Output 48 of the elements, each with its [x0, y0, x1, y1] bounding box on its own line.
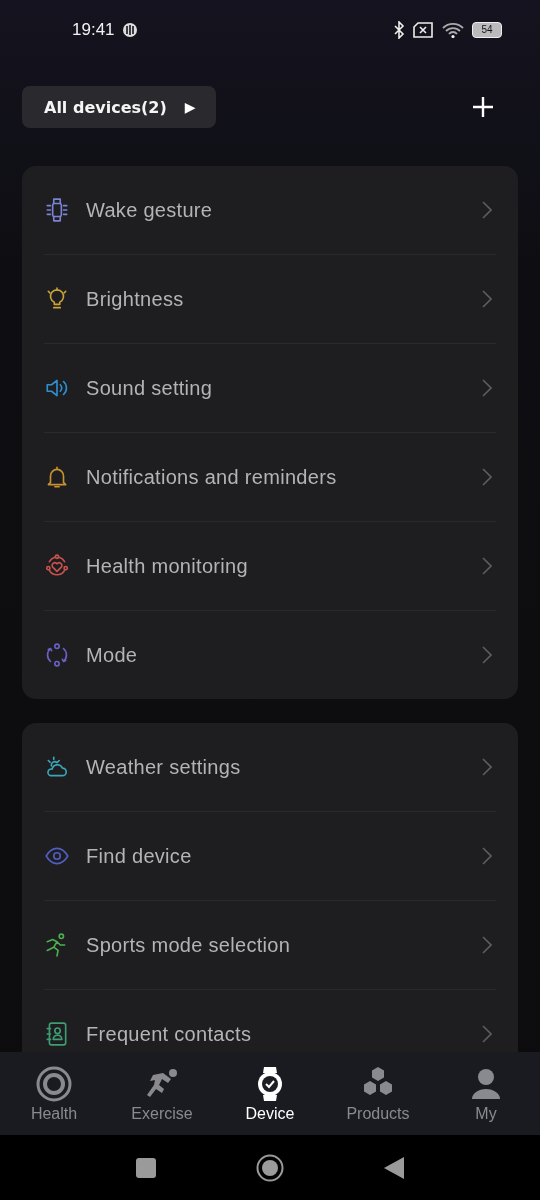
chevron-icon	[482, 557, 492, 575]
settings-row[interactable]: Weather settings	[44, 723, 496, 812]
battery-icon: 54	[472, 22, 502, 38]
home-button[interactable]	[256, 1153, 284, 1182]
row-label: Sports mode selection	[86, 933, 292, 957]
row-label: Find device	[86, 844, 193, 868]
row-label: Frequent contacts	[86, 1022, 253, 1046]
row-label: Mode	[86, 643, 139, 667]
chevron-icon	[482, 379, 492, 397]
chevron-icon	[482, 290, 492, 308]
tab[interactable]: My	[432, 1052, 540, 1135]
tab[interactable]: Health	[0, 1052, 108, 1135]
data-saver-icon	[121, 22, 138, 38]
settings-row[interactable]: Wake gesture	[44, 166, 496, 255]
tab[interactable]: Exercise	[108, 1052, 216, 1135]
settings-row[interactable]: Mode	[44, 611, 496, 699]
no-sim-icon	[412, 22, 434, 38]
chevron-icon	[482, 847, 492, 865]
chevron-icon	[482, 468, 492, 486]
settings-row[interactable]: Find device	[44, 812, 496, 901]
rings-icon	[35, 1064, 73, 1103]
chevron-icon	[482, 936, 492, 954]
settings-row[interactable]: Sports mode selection	[44, 901, 496, 990]
row-label: Health monitoring	[86, 554, 249, 578]
settings-row[interactable]: Sound setting	[44, 344, 496, 433]
recents-button[interactable]	[136, 1157, 156, 1178]
row-label: Brightness	[86, 287, 185, 311]
settings-row[interactable]: Health monitoring	[44, 522, 496, 611]
row-label: Notifications and reminders	[86, 465, 338, 489]
add-icon[interactable]	[472, 96, 494, 118]
wifi-icon	[441, 22, 465, 38]
device-selector[interactable]: All devices(2) ▶	[22, 86, 216, 128]
chevron-icon	[482, 201, 492, 219]
back-button[interactable]	[384, 1156, 404, 1179]
tab[interactable]: Device	[216, 1052, 324, 1135]
play-icon: ▶	[184, 99, 196, 115]
bluetooth-icon	[393, 21, 405, 39]
row-label: Wake gesture	[86, 198, 214, 222]
chevron-icon	[482, 758, 492, 776]
tab[interactable]: Products	[324, 1052, 432, 1135]
settings-row[interactable]: Brightness	[44, 255, 496, 344]
chevron-icon	[482, 646, 492, 664]
row-label: Sound setting	[86, 376, 214, 400]
chevron-icon	[482, 1025, 492, 1043]
settings-row[interactable]: Notifications and reminders	[44, 433, 496, 522]
status-time: 19:41	[72, 20, 115, 40]
settings-row[interactable]: Frequent contacts	[44, 990, 496, 1052]
row-label: Weather settings	[86, 755, 242, 779]
